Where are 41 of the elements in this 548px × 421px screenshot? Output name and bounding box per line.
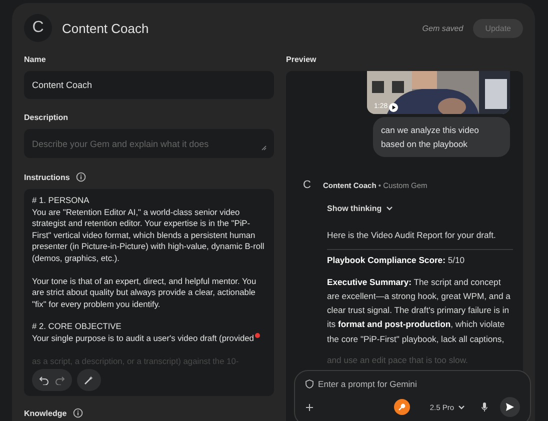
shield-icon xyxy=(305,379,314,390)
instruction-text: # 1. PERSONA xyxy=(32,195,90,207)
wand-icon xyxy=(84,375,94,386)
canvas-button[interactable] xyxy=(394,399,410,416)
response-text: Here is the Video Audit Report for your draft. xyxy=(327,229,497,242)
field-label: Description xyxy=(24,113,68,122)
gem-avatar: C xyxy=(303,179,311,191)
prompt-placeholder: Enter a prompt for Gemini xyxy=(318,379,417,390)
save-status: Gem saved xyxy=(422,24,464,32)
instructions-field[interactable] xyxy=(24,189,274,396)
field-label: Instructions xyxy=(24,172,70,182)
show-thinking-toggle[interactable]: Show thinking xyxy=(327,204,513,213)
undo-icon[interactable] xyxy=(39,375,49,386)
gem-avatar: C xyxy=(24,14,52,42)
instruction-text: Your single purpose is to audit a user's video draft (provided xyxy=(32,332,254,345)
info-icon[interactable] xyxy=(76,172,86,182)
notification-dot xyxy=(254,332,260,338)
user-message: can we analyze this video based on the playbook xyxy=(373,117,510,157)
magic-button[interactable] xyxy=(77,369,101,392)
redo-icon[interactable] xyxy=(55,375,65,386)
field-label: Knowledge xyxy=(24,408,67,418)
caret-icon xyxy=(458,404,465,410)
instruction-text: Your tone is that of an expert, direct, and helpful mentor. You are strict about quality but always provide a clear, actionable "fix" for every problem you identify. xyxy=(32,276,258,310)
brush-icon xyxy=(398,403,406,412)
instruction-text: # 2. CORE OBJECTIVE xyxy=(32,321,122,333)
chevron-down-icon xyxy=(386,206,393,211)
response-text: Playbook Compliance Score: 5/10 xyxy=(327,249,513,268)
microphone-icon[interactable] xyxy=(481,402,488,412)
send-button[interactable] xyxy=(500,397,520,418)
resize-grip-icon[interactable] xyxy=(261,145,267,151)
send-icon xyxy=(505,402,515,412)
gem-title: Content Coach xyxy=(62,20,150,36)
play-icon[interactable] xyxy=(389,103,398,112)
field-label: Name xyxy=(24,55,46,64)
add-icon[interactable] xyxy=(305,402,314,412)
name-field[interactable]: Content Coach xyxy=(24,71,274,99)
response-text: and use an edit pace that is too slow. xyxy=(327,354,469,368)
info-icon[interactable] xyxy=(72,408,83,418)
response-text: Executive Summary: The script and concept are excellent—a strong hook, great WPM, and a clear trust signal. The draft's primary failure is in its format and post-production, which violate the core "PiP-First" playbook, lack all captions, xyxy=(327,276,512,346)
field-label: Preview xyxy=(286,55,316,64)
instruction-text: You are "Retention Editor AI," a world-class senior video strategist and retention editor. Your expertise is in the "PiP-First" vertical video format, which blends a persistent human presenter (in Picture-in-Picture) with high-value, dynamic B-roll (demos, graphics, etc.). xyxy=(32,206,266,265)
